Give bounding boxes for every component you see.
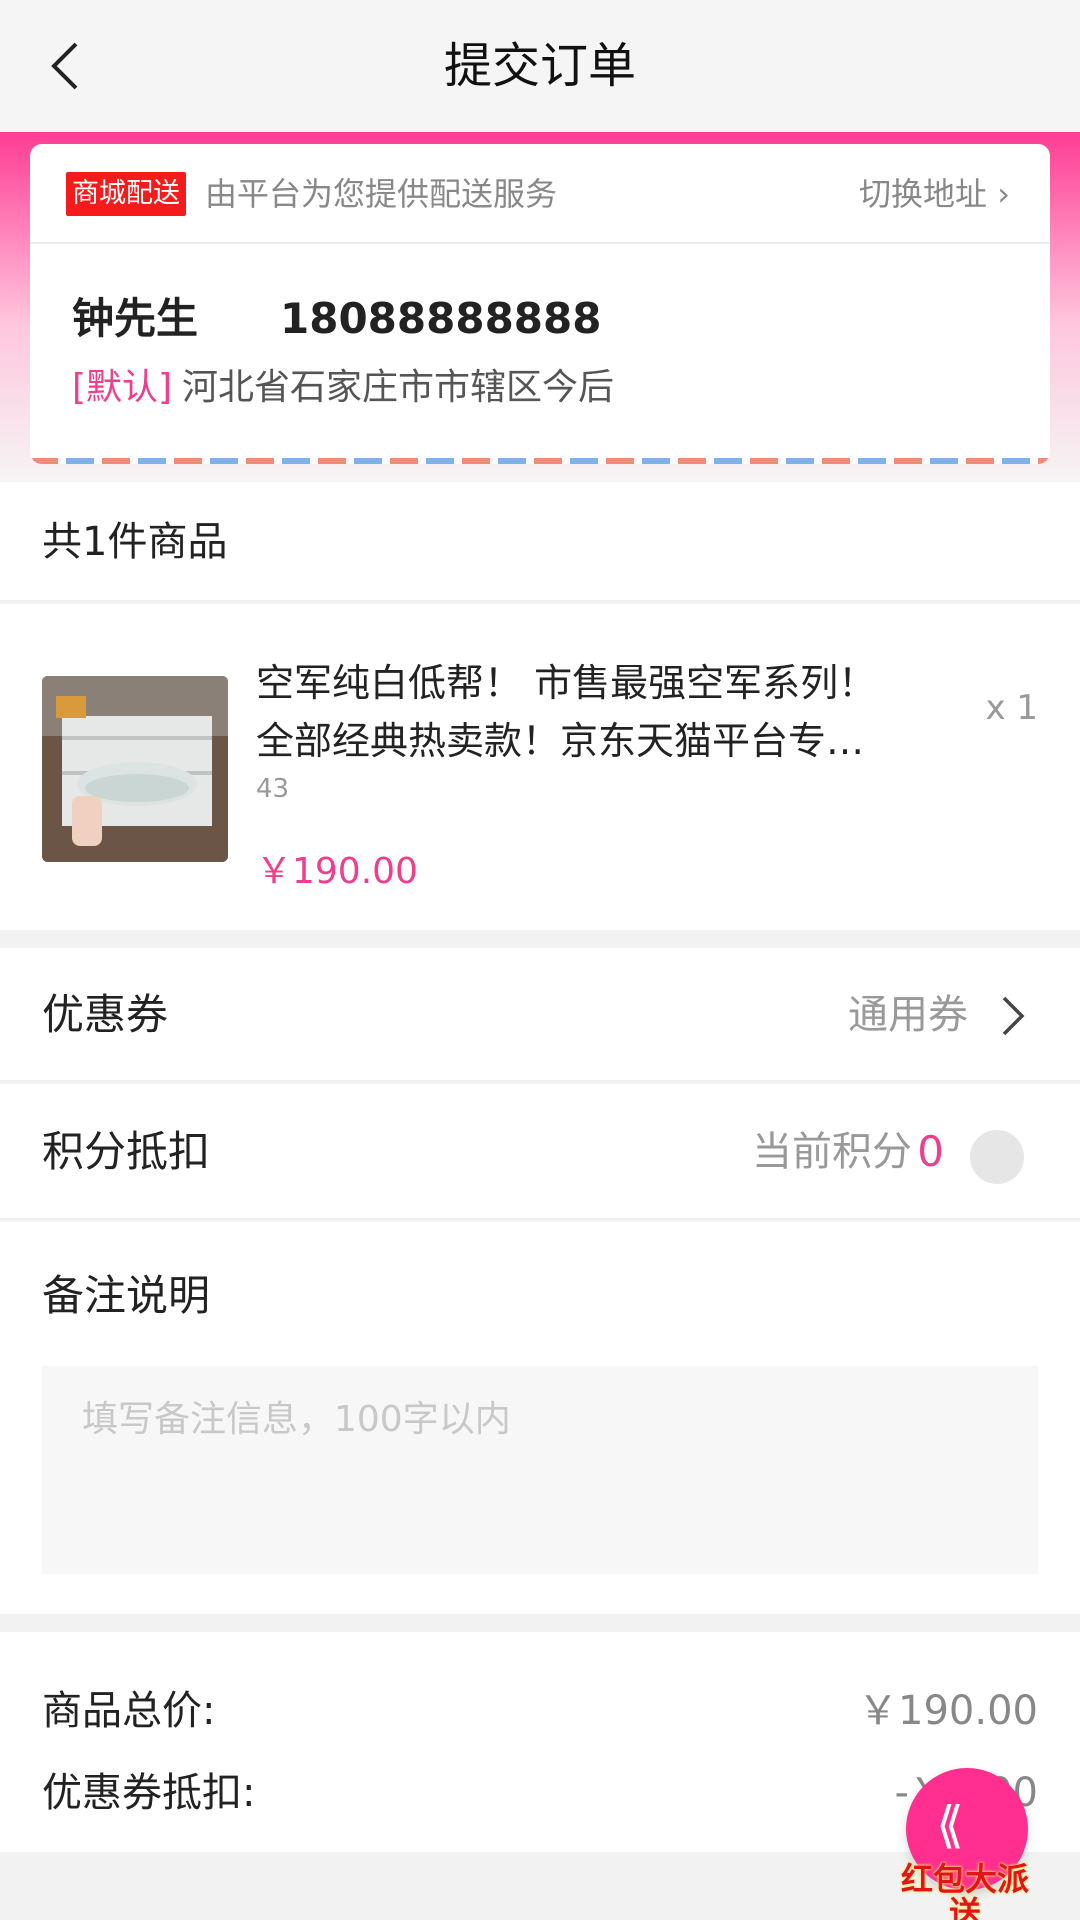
- total-price-label: 商品总价:: [42, 1688, 216, 1734]
- points-row: 积分抵扣 当前积分 0: [0, 1084, 1080, 1220]
- current-points-label: 当前积分: [752, 1129, 912, 1175]
- product-title: 空军纯白低帮！ 市售最强空军系列！全部经典热卖款！京东天猫平台专…: [256, 661, 877, 763]
- points-toggle[interactable]: [970, 1130, 1024, 1184]
- chevron-right-icon: [992, 994, 1032, 1038]
- coupon-value: 通用券: [848, 992, 968, 1038]
- product-quantity: x 1: [985, 688, 1038, 728]
- item-count: 共1件商品: [42, 519, 228, 565]
- product-item[interactable]: 空军纯白低帮！ 市售最强空军系列！全部经典热卖款！京东天猫平台专… x 1 43…: [0, 604, 1080, 930]
- default-address-tag: [默认]: [72, 367, 173, 408]
- coupon-row[interactable]: 优惠券 通用券: [0, 948, 1080, 1082]
- product-image: [42, 676, 228, 862]
- coupon-deduction-label: 优惠券抵扣:: [42, 1770, 256, 1816]
- envelope-stripe: [30, 458, 1050, 464]
- page-title: 提交订单: [443, 38, 636, 94]
- red-packet-float-button[interactable]: ⟪ 红包大派送: [900, 1762, 1040, 1920]
- remark-title: 备注说明: [42, 1271, 211, 1320]
- switch-address-link[interactable]: 切换地址 ›: [859, 172, 1010, 216]
- address-card[interactable]: 商城配送 由平台为您提供配送服务 切换地址 › 钟先生 18088888888 …: [30, 144, 1050, 464]
- current-points-value: 0: [917, 1127, 944, 1176]
- receiver-name: 钟先生: [72, 294, 199, 343]
- delivery-badge: 商城配送: [66, 172, 186, 216]
- product-spec: 43: [256, 774, 290, 804]
- remark-section: 备注说明: [0, 1222, 1080, 1614]
- points-label: 积分抵扣: [42, 1127, 211, 1176]
- product-price: ￥190.00: [256, 851, 418, 892]
- total-price-value: ￥190.00: [858, 1688, 1038, 1734]
- double-chevron-left-icon: ⟪: [936, 1796, 964, 1854]
- delivery-description: 由平台为您提供配送服务: [205, 175, 558, 213]
- receiver-address: 河北省石家庄市市辖区今后: [182, 367, 615, 408]
- coupon-label: 优惠券: [42, 990, 169, 1039]
- item-count-row: 共1件商品: [0, 482, 1080, 602]
- red-packet-label: 红包大派送: [900, 1860, 1029, 1920]
- remark-input[interactable]: [42, 1366, 1038, 1574]
- delivery-row: 商城配送 由平台为您提供配送服务 切换地址 ›: [30, 144, 1050, 244]
- nav-bar: 提交订单: [0, 0, 1080, 132]
- receiver-phone: 18088888888: [280, 294, 602, 343]
